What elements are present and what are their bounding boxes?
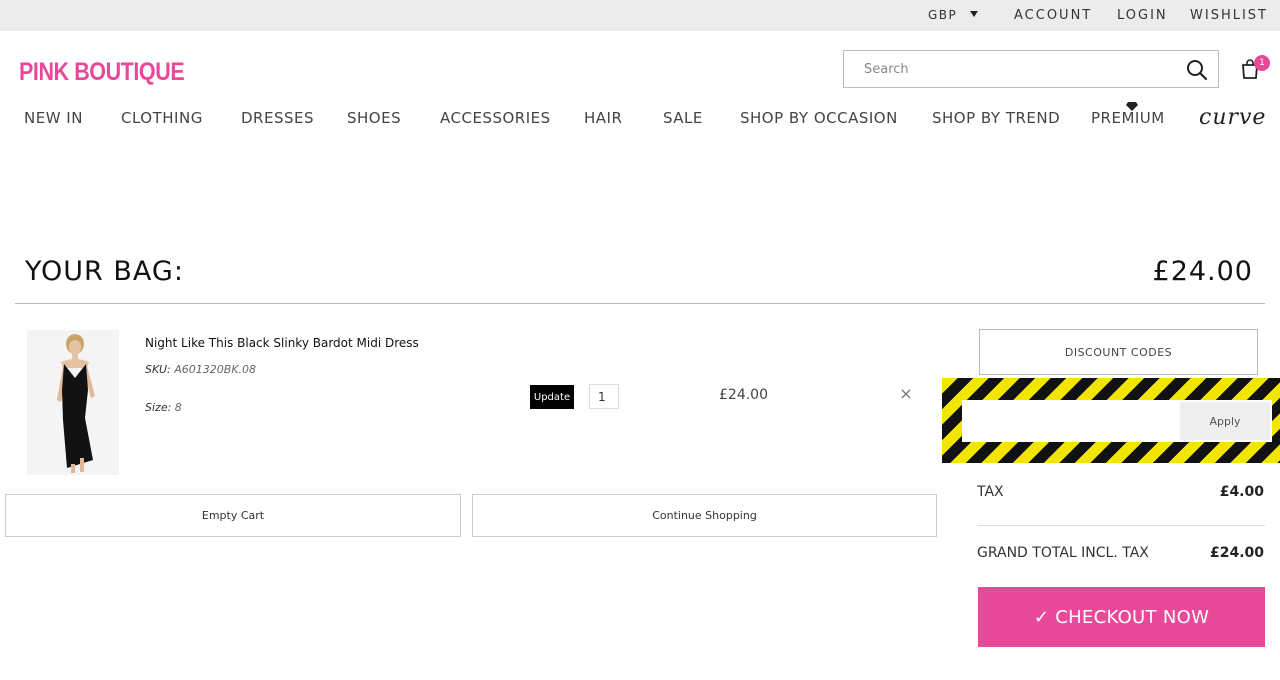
nav-item-hair[interactable]: HAIR	[584, 109, 622, 127]
empty-cart-button[interactable]: Empty Cart	[5, 494, 461, 537]
nav-item-curve[interactable]: curve	[1199, 105, 1266, 130]
discount-code-form: Apply	[962, 400, 1272, 442]
continue-shopping-button[interactable]: Continue Shopping	[472, 494, 937, 537]
discount-code-input[interactable]	[970, 400, 1162, 442]
nav-item-new-in[interactable]: NEW IN	[24, 109, 83, 127]
size-label: Size:	[145, 401, 172, 414]
cart-button[interactable]: 1	[1240, 55, 1270, 80]
page-title: YOUR BAG:	[25, 256, 184, 287]
grand-total-label: GRAND TOTAL INCL. TAX	[977, 545, 1149, 561]
account-link[interactable]: ACCOUNT	[1014, 8, 1092, 23]
sku-label: SKU:	[145, 363, 171, 376]
nav-item-sale[interactable]: SALE	[663, 109, 703, 127]
nav-item-shop-by-trend[interactable]: SHOP BY TREND	[932, 109, 1060, 127]
tax-value: £4.00	[1219, 484, 1264, 500]
nav-item-accessories[interactable]: ACCESSORIES	[440, 109, 551, 127]
main-nav: NEW IN CLOTHING DRESSES SHOES ACCESSORIE…	[0, 109, 1280, 131]
login-link[interactable]: LOGIN	[1117, 8, 1168, 23]
chevron-down-icon[interactable]	[970, 11, 978, 17]
nav-item-premium[interactable]: PREMIUM	[1091, 109, 1165, 127]
product-name[interactable]: Night Like This Black Slinky Bardot Midi…	[145, 336, 419, 350]
product-image[interactable]	[27, 330, 119, 475]
checkout-button[interactable]: ✓ CHECKOUT NOW	[978, 587, 1265, 647]
line-price: £24.00	[719, 387, 768, 403]
nav-item-clothing[interactable]: CLOTHING	[121, 109, 203, 127]
sku-value: A601320BK.08	[174, 363, 257, 376]
cart-count-badge: 1	[1254, 55, 1270, 71]
update-button[interactable]: Update	[530, 385, 574, 409]
discount-code-highlight: Apply	[942, 378, 1280, 463]
apply-button[interactable]: Apply	[1180, 402, 1270, 440]
size-value: 8	[174, 401, 182, 414]
product-sku: SKU: A601320BK.08	[145, 363, 256, 376]
nav-item-dresses[interactable]: DRESSES	[241, 109, 314, 127]
search-box	[843, 50, 1219, 88]
quantity-input[interactable]	[589, 384, 619, 409]
close-icon[interactable]: ×	[898, 384, 914, 403]
search-icon[interactable]	[1186, 59, 1208, 81]
top-utility-bar: GBP ACCOUNT LOGIN WISHLIST	[0, 0, 1280, 31]
tax-label: TAX	[977, 484, 1004, 500]
discount-codes-button[interactable]: DISCOUNT CODES	[979, 329, 1258, 375]
nav-item-shop-by-occasion[interactable]: SHOP BY OCCASION	[740, 109, 898, 127]
product-size: Size: 8	[145, 401, 182, 414]
search-input[interactable]	[844, 51, 1174, 87]
grand-total-value: £24.00	[1209, 545, 1264, 561]
brand-logo[interactable]: PINK BOUTIQUE	[19, 58, 185, 87]
bag-total: £24.00	[1152, 256, 1253, 287]
diamond-icon	[1126, 102, 1138, 111]
wishlist-link[interactable]: WISHLIST	[1190, 8, 1268, 23]
nav-item-shoes[interactable]: SHOES	[347, 109, 401, 127]
currency-selector[interactable]: GBP	[928, 8, 957, 22]
divider	[977, 525, 1265, 526]
divider	[15, 303, 1265, 304]
